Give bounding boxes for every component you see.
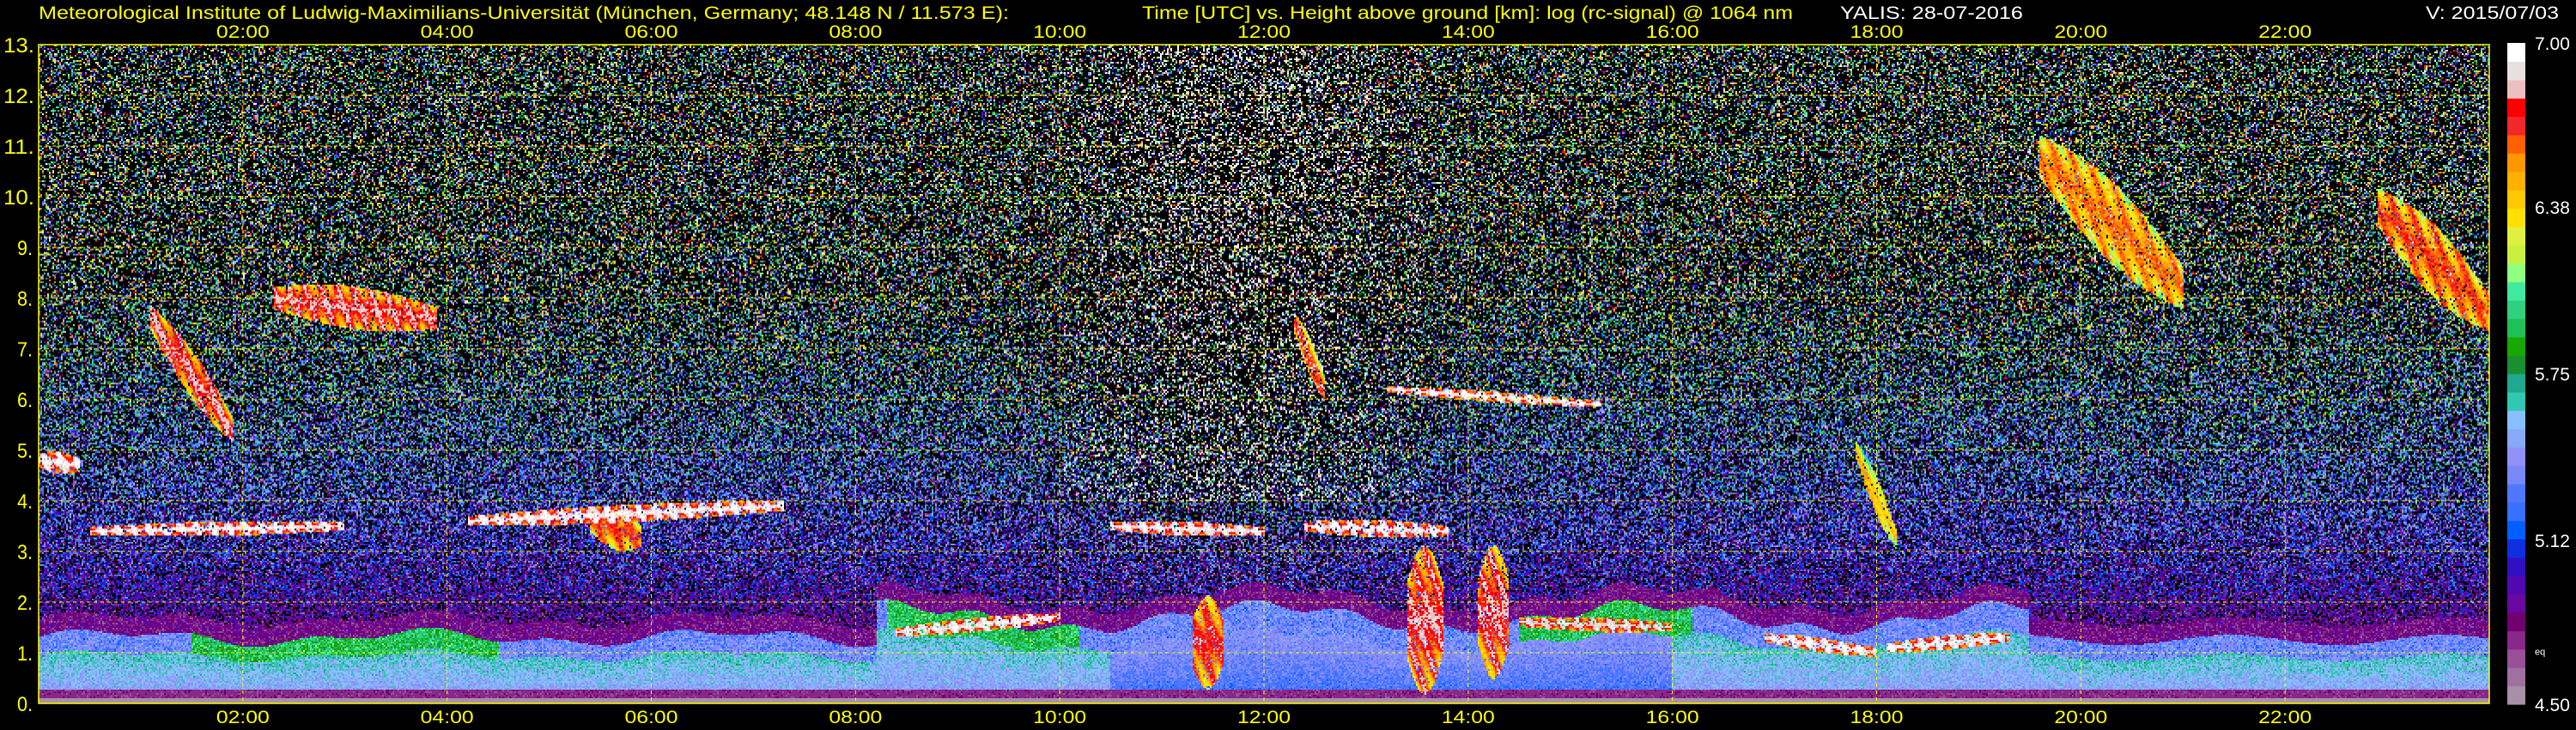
y-tick-label: 4. [17,490,33,514]
colorbar-segment [2507,282,2525,301]
colorbar-segment [2507,465,2525,484]
colorbar-segment [2507,98,2525,118]
x-tick-label-bottom: 14:00 [1442,708,1495,727]
colorbar-segment [2507,667,2525,687]
colorbar-segment [2507,410,2525,429]
y-tick-label: 11. [3,136,34,159]
y-tick-label: 0. [17,693,33,716]
y-tick-label: 6. [17,389,33,412]
colorbar-label: 4.50 [2535,696,2570,715]
x-tick-label-top: 12:00 [1237,22,1291,42]
x-tick-label-top: 04:00 [421,22,474,42]
y-tick-label: 9. [17,237,33,260]
lidar-quicklook: Meteorological Institute of Ludwig-Maxim… [0,0,2576,730]
y-tick-label: 13. [3,34,34,58]
x-tick-label-top: 16:00 [1646,22,1699,42]
colorbar-segment [2507,116,2525,136]
colorbar-segment [2507,612,2525,632]
station-date: YALIS: 28-07-2016 [1840,3,2023,23]
colorbar-segment [2507,79,2525,99]
x-tick-label-bottom: 12:00 [1237,708,1291,727]
x-tick-label-bottom: 20:00 [2054,708,2107,727]
colorbar-segment [2507,226,2525,246]
x-tick-label-bottom: 08:00 [829,708,882,727]
colorbar-segment [2507,685,2525,705]
chart-overlay: Meteorological Institute of Ludwig-Maxim… [3,3,2570,727]
colorbar-label: 5.75 [2535,365,2570,385]
x-tick-label-top: 14:00 [1442,22,1495,42]
colorbar-segment [2507,318,2525,338]
colorbar-segment [2507,538,2525,558]
colorbar-label: eq [2535,647,2545,657]
colorbar-segment [2507,134,2525,154]
x-tick-label-top: 02:00 [216,22,270,42]
y-tick-label: 7. [17,338,33,362]
y-tick-label: 2. [17,592,33,615]
y-tick-label: 1. [17,642,33,666]
colorbar-segment [2507,575,2525,595]
colorbar-segment [2507,61,2525,81]
x-tick-label-bottom: 02:00 [216,708,270,727]
x-tick-label-bottom: 10:00 [1033,708,1086,727]
y-axis-ticks: 0. 1. 2. 3. 4. 5. 6. 7. 8. 9. 10. 11. 12. 13. [3,34,34,716]
colorbar-segment [2507,171,2525,191]
colorbar-segment [2507,593,2525,613]
institute-title: Meteorological Institute of Ludwig-Maxim… [39,3,1009,23]
colorbar-segment [2507,190,2525,210]
colorbar-segment [2507,557,2525,576]
colorbar-segment [2507,502,2525,521]
y-tick-label: 3. [17,541,33,564]
x-tick-label-top: 20:00 [2054,22,2107,42]
y-tick-label: 5. [17,440,33,463]
colorbar-segment [2507,429,2525,448]
colorbar-segment [2507,447,2525,466]
colorbar-segment [2507,484,2525,503]
x-tick-label-top: 06:00 [625,22,678,42]
y-tick-label: 8. [17,288,33,311]
x-tick-label-bottom: 04:00 [421,708,474,727]
y-tick-label: 10. [3,186,34,210]
colorbar-segment [2507,208,2525,228]
colorbar-segment [2507,392,2525,411]
x-tick-label-bottom: 22:00 [2258,708,2312,727]
colorbar-segment [2507,245,2525,265]
colorbar-segment [2507,374,2525,392]
x-tick-label-top: 08:00 [829,22,882,42]
x-tick-label-top: 18:00 [1850,22,1904,42]
y-tick-label: 12. [3,85,34,108]
colorbar-segment [2507,355,2525,374]
colorbar-segment [2507,520,2525,540]
colorbar-label: 6.38 [2535,198,2570,218]
colorbar-segment [2507,300,2525,319]
colorbar-segment [2507,337,2525,356]
colorbar-label: 5.12 [2535,532,2570,551]
colorbar-segment [2507,43,2525,62]
x-tick-label-bottom: 06:00 [625,708,678,727]
colorbar: 7.00 6.38 5.75 5.12 eq 4.50 [2507,34,2570,715]
colorbar-segment [2507,153,2525,173]
colorbar-label: 7.00 [2535,34,2570,54]
version-label: V: 2015/07/03 [2426,3,2559,23]
grid-lines [39,45,2489,703]
colorbar-segment [2507,630,2525,650]
x-tick-label-top: 10:00 [1033,22,1086,42]
x-tick-label-bottom: 16:00 [1646,708,1699,727]
x-tick-label-bottom: 18:00 [1850,708,1904,727]
colorbar-segment [2507,263,2525,283]
colorbar-segment [2507,648,2525,668]
x-tick-label-top: 22:00 [2258,22,2312,42]
chart-description: Time [UTC] vs. Height above ground [km]:… [1142,3,1793,23]
